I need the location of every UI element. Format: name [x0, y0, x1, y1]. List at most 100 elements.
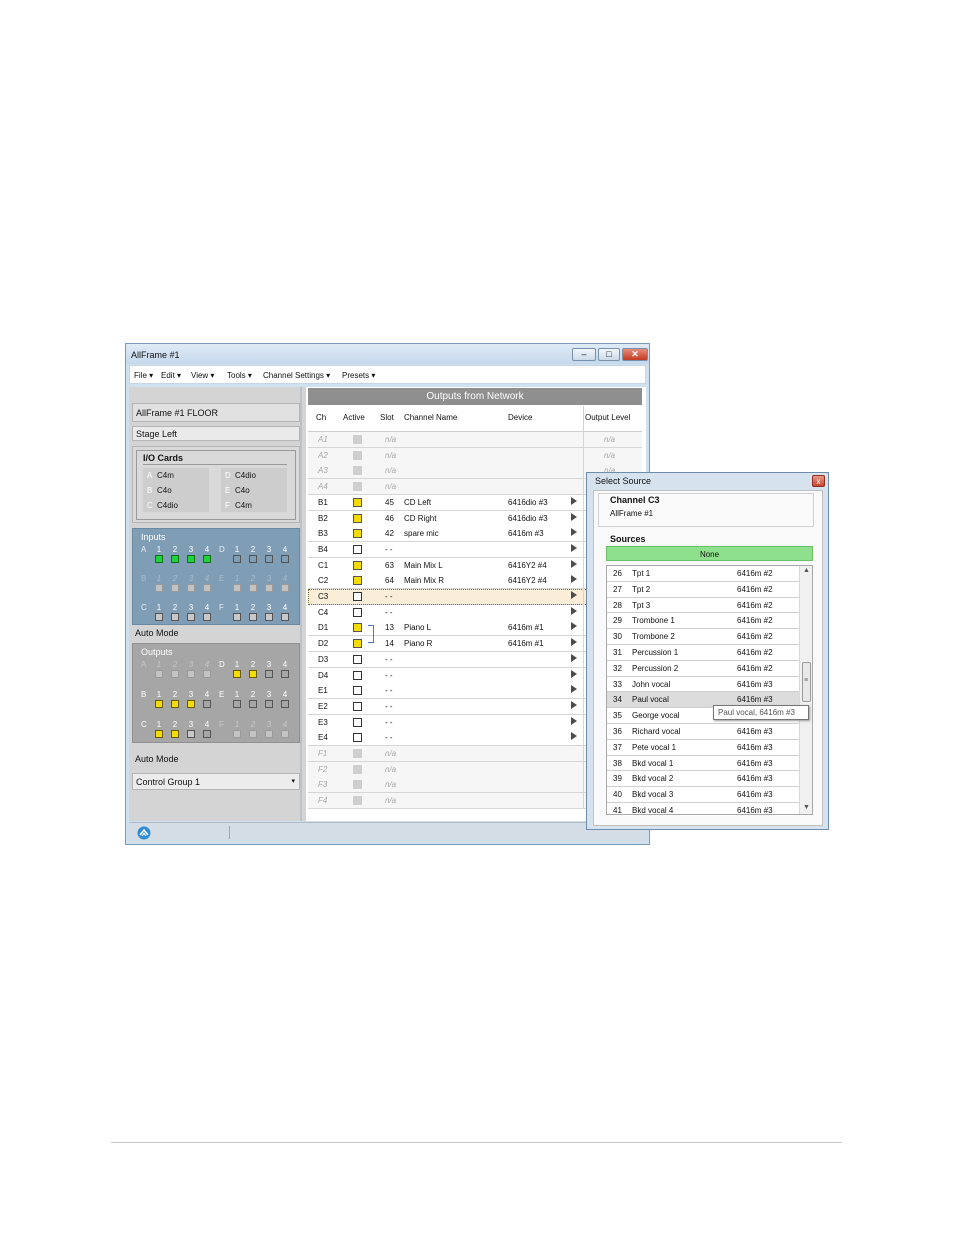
source-row[interactable]: 41 Bkd vocal 4 6416m #3 [607, 803, 799, 814]
output-e2-indicator[interactable] [249, 700, 257, 708]
location-field[interactable]: Stage Left [132, 426, 300, 441]
active-checkbox[interactable] [353, 717, 362, 727]
active-checkbox[interactable] [353, 544, 362, 554]
source-row[interactable]: 38 Bkd vocal 1 6416m #3 [607, 755, 799, 772]
input-f3-indicator[interactable] [265, 613, 273, 621]
source-none-option[interactable]: None [606, 546, 813, 561]
source-row[interactable]: 27 Tpt 2 6416m #2 [607, 581, 799, 598]
scroll-up-icon[interactable]: ▲ [803, 567, 810, 574]
dialog-close-button[interactable]: x [812, 475, 825, 487]
input-d1-indicator[interactable] [233, 555, 241, 563]
active-checkbox[interactable] [353, 701, 362, 711]
menu-tools[interactable]: Tools ▾ [227, 371, 252, 380]
source-scrollbar[interactable]: ▲ ≡ ▼ [799, 566, 812, 814]
select-source-arrow-icon[interactable] [571, 575, 577, 584]
select-source-arrow-icon[interactable] [571, 622, 577, 631]
select-source-arrow-icon[interactable] [571, 700, 577, 709]
scroll-thumb[interactable]: ≡ [802, 662, 811, 702]
close-button[interactable]: ✕ [622, 348, 648, 361]
active-checkbox[interactable] [353, 654, 362, 664]
select-source-arrow-icon[interactable] [571, 732, 577, 741]
source-row[interactable]: 32 Percussion 2 6416m #2 [607, 660, 799, 677]
output-c4-indicator[interactable] [203, 730, 211, 738]
input-d4-indicator[interactable] [281, 555, 289, 563]
control-group-select[interactable]: Control Group 1 ▾ [132, 773, 300, 790]
input-a1-indicator[interactable] [155, 555, 163, 563]
scroll-down-icon[interactable]: ▼ [803, 804, 810, 811]
select-source-arrow-icon[interactable] [571, 591, 577, 599]
select-source-arrow-icon[interactable] [571, 543, 577, 552]
frame-name-field[interactable]: AllFrame #1 FLOOR [132, 403, 300, 422]
input-a2-indicator[interactable] [171, 555, 179, 563]
input-c1-indicator[interactable] [155, 613, 163, 621]
output-c1-indicator[interactable] [155, 730, 163, 738]
select-source-arrow-icon[interactable] [571, 512, 577, 521]
active-checkbox[interactable] [353, 592, 362, 601]
input-c4-indicator[interactable] [203, 613, 211, 621]
output-b1-indicator[interactable] [155, 700, 163, 708]
source-list[interactable]: 26 Tpt 1 6416m #2 27 Tpt 2 6416m #2 28 Tpt 3 641… [606, 565, 813, 815]
output-row-a2[interactable]: A2 n/a n/a [308, 447, 642, 464]
output-e3-indicator[interactable] [265, 700, 273, 708]
input-f2-indicator[interactable] [249, 613, 257, 621]
active-checkbox[interactable] [353, 670, 362, 680]
select-source-arrow-icon[interactable] [571, 496, 577, 505]
select-source-arrow-icon[interactable] [571, 559, 577, 568]
output-row-a1[interactable]: A1 n/a n/a [308, 432, 642, 448]
source-row[interactable]: 31 Percussion 1 6416m #2 [607, 645, 799, 661]
source-row[interactable]: 39 Bkd vocal 2 6416m #3 [607, 771, 799, 788]
output-b3-indicator[interactable] [187, 700, 195, 708]
active-checkbox[interactable] [353, 639, 362, 649]
active-checkbox[interactable] [353, 623, 362, 633]
output-b4-indicator[interactable] [203, 700, 211, 708]
input-c3-indicator[interactable] [187, 613, 195, 621]
select-source-arrow-icon[interactable] [571, 606, 577, 615]
output-d2-indicator[interactable] [249, 670, 257, 678]
menu-view[interactable]: View ▾ [191, 371, 214, 380]
output-e4-indicator[interactable] [281, 700, 289, 708]
select-source-arrow-icon[interactable] [571, 669, 577, 678]
minimize-button[interactable]: – [572, 348, 596, 361]
input-f4-indicator[interactable] [281, 613, 289, 621]
active-checkbox[interactable] [353, 560, 362, 570]
active-checkbox[interactable] [353, 607, 362, 617]
outputs-auto-mode[interactable]: Auto Mode [135, 754, 179, 764]
output-d1-indicator[interactable] [233, 670, 241, 678]
active-checkbox[interactable] [353, 497, 362, 507]
output-d4-indicator[interactable] [281, 670, 289, 678]
input-f1-indicator[interactable] [233, 613, 241, 621]
source-row[interactable]: 40 Bkd vocal 3 6416m #3 [607, 787, 799, 803]
source-row[interactable]: 36 Richard vocal 6416m #3 [607, 724, 799, 740]
select-source-arrow-icon[interactable] [571, 653, 577, 662]
select-source-arrow-icon[interactable] [571, 685, 577, 694]
menu-presets[interactable]: Presets ▾ [342, 371, 375, 380]
active-checkbox[interactable] [353, 686, 362, 696]
source-row[interactable]: 26 Tpt 1 6416m #2 [607, 566, 799, 582]
source-row[interactable]: 37 Pete vocal 1 6416m #3 [607, 739, 799, 756]
inputs-auto-mode[interactable]: Auto Mode [135, 628, 179, 638]
input-a3-indicator[interactable] [187, 555, 195, 563]
input-d3-indicator[interactable] [265, 555, 273, 563]
active-checkbox[interactable] [353, 576, 362, 586]
select-source-arrow-icon[interactable] [571, 638, 577, 647]
output-e1-indicator[interactable] [233, 700, 241, 708]
input-c2-indicator[interactable] [171, 613, 179, 621]
output-d3-indicator[interactable] [265, 670, 273, 678]
menu-channel-settings[interactable]: Channel Settings ▾ [263, 371, 330, 380]
source-row[interactable]: 29 Trombone 1 6416m #2 [607, 613, 799, 630]
output-c2-indicator[interactable] [171, 730, 179, 738]
active-checkbox[interactable] [353, 733, 362, 743]
menu-file[interactable]: File ▾ [134, 371, 153, 380]
output-b2-indicator[interactable] [171, 700, 179, 708]
input-d2-indicator[interactable] [249, 555, 257, 563]
output-c3-indicator[interactable] [187, 730, 195, 738]
source-row[interactable]: 28 Tpt 3 6416m #2 [607, 597, 799, 614]
select-source-arrow-icon[interactable] [571, 528, 577, 537]
select-source-arrow-icon[interactable] [571, 716, 577, 725]
menu-edit[interactable]: Edit ▾ [161, 371, 181, 380]
active-checkbox[interactable] [353, 513, 362, 523]
active-checkbox[interactable] [353, 529, 362, 539]
source-row[interactable]: 33 John vocal 6416m #3 [607, 676, 799, 693]
source-row[interactable]: 30 Trombone 2 6416m #2 [607, 629, 799, 645]
maximize-button[interactable]: □ [598, 348, 620, 361]
